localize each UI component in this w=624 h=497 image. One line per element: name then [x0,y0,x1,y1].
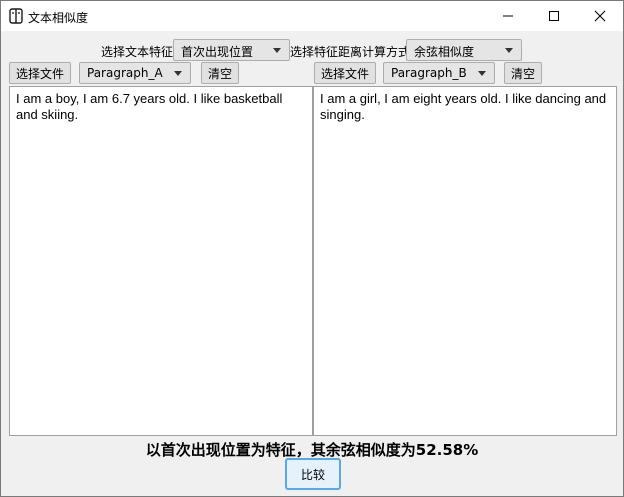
left-select-file-button[interactable]: 选择文件 [9,62,71,84]
distance-label: 选择特征距离计算方式 [290,45,411,59]
left-text-area[interactable]: I am a boy, I am 6.7 years old. I like b… [9,86,313,436]
feature-select[interactable]: 首次出现位置 [173,39,290,61]
window-title: 文本相似度 [28,11,89,25]
chevron-down-icon [174,71,182,76]
minimize-icon [503,15,513,17]
similarity-result: 以首次出现位置为特征，其余弦相似度为52.58% [145,441,479,459]
right-paragraph-value: Paragraph_B [391,66,467,80]
app-icon [9,8,23,24]
maximize-icon [549,11,559,21]
feature-label: 选择文本特征 [101,45,174,59]
left-paragraph-select[interactable]: Paragraph_A [79,62,191,84]
distance-select-value: 余弦相似度 [414,45,475,59]
chevron-down-icon [478,71,486,76]
maximize-button[interactable] [531,1,577,31]
left-paragraph-value: Paragraph_A [87,66,163,80]
chevron-down-icon [505,48,513,53]
left-clear-button[interactable]: 清空 [201,62,239,84]
right-clear-button[interactable]: 清空 [504,62,542,84]
right-text-area[interactable]: I am a girl, I am eight years old. I lik… [313,86,617,436]
right-select-file-button[interactable]: 选择文件 [314,62,376,84]
chevron-down-icon [273,48,281,53]
close-icon [594,10,606,22]
feature-select-value: 首次出现位置 [181,45,254,59]
app-window: 文本相似度 选择文本特征 首次出现位置 选择特征距离计算方式 余弦相似度 选择文… [0,0,624,497]
distance-select[interactable]: 余弦相似度 [406,39,522,61]
title-bar: 文本相似度 [1,1,623,31]
compare-button[interactable]: 比较 [285,458,341,490]
minimize-button[interactable] [485,1,531,31]
close-button[interactable] [577,1,623,31]
right-paragraph-select[interactable]: Paragraph_B [383,62,495,84]
